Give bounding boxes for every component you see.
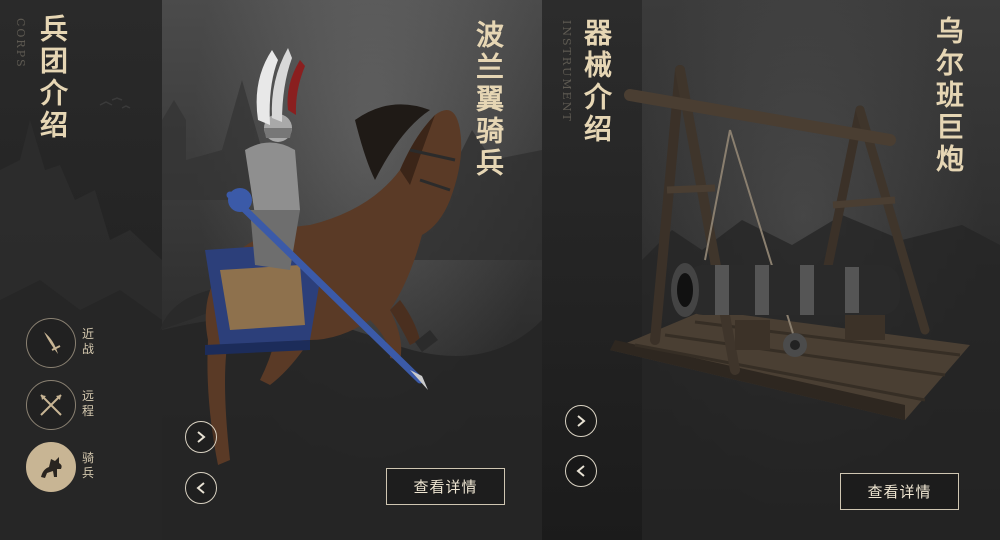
corps-section-subtitle: CORPS	[14, 18, 27, 69]
chevron-right-icon	[577, 415, 586, 427]
instrument-section-subtitle: INSTRUMENT	[560, 20, 573, 123]
corps-prev-button[interactable]	[185, 472, 217, 504]
category-cavalry-label: 骑兵	[82, 451, 95, 480]
corps-next-button[interactable]	[185, 421, 217, 453]
corps-view-details-button[interactable]: 查看详情	[386, 468, 505, 505]
category-ranged-label: 远程	[82, 389, 95, 418]
instrument-view-details-button[interactable]: 查看详情	[840, 473, 959, 510]
corps-section-title: 兵团介绍	[36, 14, 69, 142]
instrument-prev-button[interactable]	[565, 455, 597, 487]
chevron-right-icon	[197, 431, 206, 443]
corps-unit-name: 波兰翼骑兵	[472, 20, 505, 180]
sword-icon[interactable]	[26, 318, 76, 368]
category-ranged[interactable]: 远程	[26, 380, 116, 432]
winged-hussar-illustration	[160, 48, 462, 465]
urban-cannon-illustration	[610, 65, 970, 420]
horse-icon[interactable]	[26, 442, 76, 492]
crossed-arrows-icon[interactable]	[26, 380, 76, 430]
category-melee-label: 近战	[82, 327, 95, 356]
instrument-next-button[interactable]	[565, 405, 597, 437]
category-cavalry[interactable]: 骑兵	[26, 442, 116, 494]
chevron-left-icon	[576, 465, 585, 477]
chevron-left-icon	[196, 482, 205, 494]
category-melee[interactable]: 近战	[26, 318, 116, 370]
